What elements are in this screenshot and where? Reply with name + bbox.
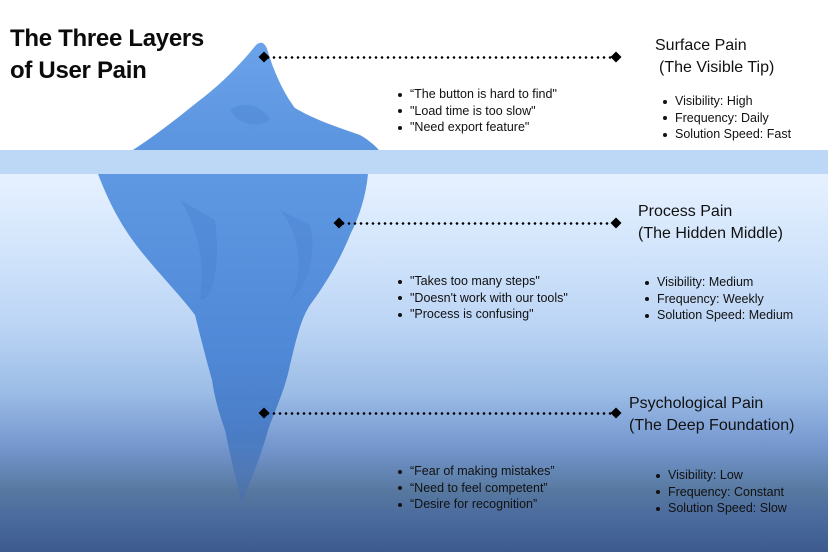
layer-name: Process Pain	[638, 203, 733, 220]
page-title: The Three Layers of User Pain	[10, 23, 204, 87]
quote-item: "Need export feature"	[396, 119, 557, 136]
quote-item: "Load time is too slow"	[396, 103, 557, 120]
diamond-marker-icon	[610, 407, 622, 419]
surface-layer-heading: Surface Pain (The Visible Tip)	[655, 35, 774, 79]
quote-item: “Fear of making mistakes”	[396, 463, 554, 480]
process-connector	[333, 217, 622, 229]
quote-item: "Process is confusing"	[396, 306, 568, 323]
attribute-item: Frequency: Daily	[661, 110, 791, 127]
psychological-quotes-list: “Fear of making mistakes” “Need to feel …	[396, 463, 554, 513]
quote-item: “Desire for recognition”	[396, 496, 554, 513]
process-layer-heading: Process Pain (The Hidden Middle)	[638, 201, 783, 245]
waterline	[0, 150, 828, 174]
attribute-item: Solution Speed: Fast	[661, 126, 791, 143]
dotted-line	[340, 222, 615, 225]
attribute-item: Visibility: High	[661, 93, 791, 110]
psychological-connector	[258, 407, 622, 419]
process-attributes-list: Visibility: Medium Frequency: Weekly Sol…	[643, 274, 793, 324]
iceberg-submerged	[98, 174, 368, 505]
layer-subtitle: (The Hidden Middle)	[638, 225, 783, 242]
psychological-attributes-list: Visibility: Low Frequency: Constant Solu…	[654, 467, 787, 517]
quote-item: "Takes too many steps"	[396, 273, 568, 290]
layer-name: Surface Pain	[655, 37, 747, 54]
diamond-marker-icon	[610, 51, 622, 63]
diamond-marker-icon	[610, 217, 622, 229]
surface-quotes-list: “The button is hard to find" "Load time …	[396, 86, 557, 136]
attribute-item: Visibility: Medium	[643, 274, 793, 291]
quote-item: "Doesn't work with our tools"	[396, 290, 568, 307]
quote-item: “Need to feel competent”	[396, 480, 554, 497]
dotted-line	[265, 56, 615, 59]
title-line-1: The Three Layers	[10, 25, 204, 52]
process-quotes-list: "Takes too many steps" "Doesn't work wit…	[396, 273, 568, 323]
quote-item: “The button is hard to find"	[396, 86, 557, 103]
attribute-item: Visibility: Low	[654, 467, 787, 484]
title-line-2: of User Pain	[10, 57, 147, 84]
layer-subtitle: (The Visible Tip)	[659, 59, 775, 76]
attribute-item: Frequency: Weekly	[643, 291, 793, 308]
dotted-line	[265, 412, 615, 415]
psychological-layer-heading: Psychological Pain (The Deep Foundation)	[629, 393, 794, 437]
attribute-item: Solution Speed: Slow	[654, 500, 787, 517]
surface-connector	[258, 51, 622, 63]
attribute-item: Frequency: Constant	[654, 484, 787, 501]
layer-subtitle: (The Deep Foundation)	[629, 417, 795, 434]
layer-name: Psychological Pain	[629, 395, 764, 412]
attribute-item: Solution Speed: Medium	[643, 307, 793, 324]
surface-attributes-list: Visibility: High Frequency: Daily Soluti…	[661, 93, 791, 143]
